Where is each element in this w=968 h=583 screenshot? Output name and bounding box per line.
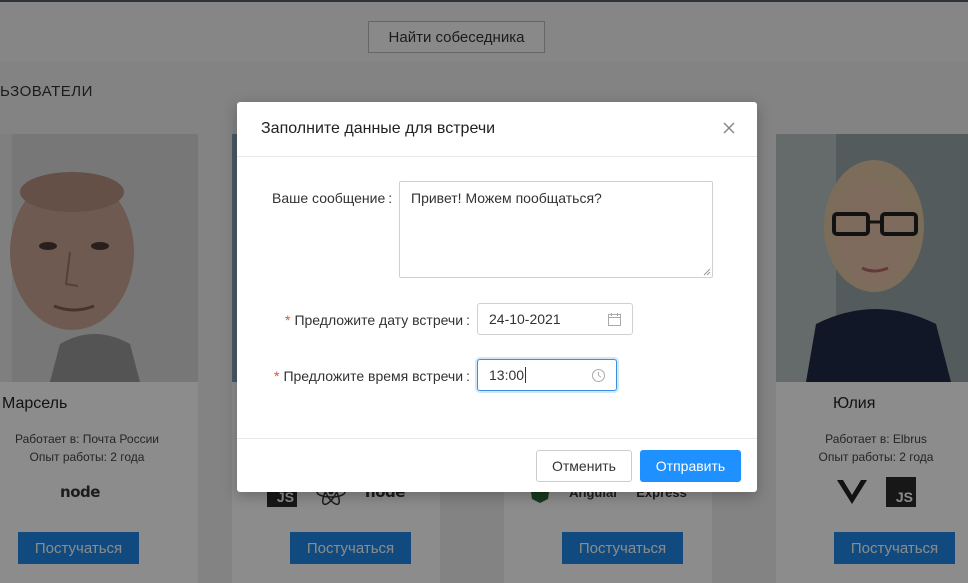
message-value: Привет! Можем пообщаться? [411,190,602,206]
calendar-icon[interactable] [607,312,622,327]
dialog-title: Заполните данные для встречи [261,120,496,137]
dialog-header: Заполните данные для встречи [237,102,757,157]
time-label: * Предложите время встречи: [274,368,470,384]
cancel-button[interactable]: Отменить [536,450,632,482]
resize-grip-icon[interactable] [703,268,711,276]
date-label: * Предложите дату встречи: [285,312,470,328]
message-textarea[interactable]: Привет! Можем пообщаться? [399,181,713,278]
message-label: Ваше сообщение: [272,190,393,206]
date-picker-input[interactable]: 24-10-2021 [477,303,633,335]
required-mark: * [274,368,280,384]
submit-button[interactable]: Отправить [640,450,741,482]
dialog-footer-divider [237,438,757,439]
close-icon[interactable] [721,120,737,136]
date-value: 24-10-2021 [489,311,561,327]
time-picker-input[interactable]: 13:00 [477,359,617,391]
required-mark: * [285,312,291,328]
text-caret [525,367,527,383]
time-value: 13:00 [489,367,525,383]
meeting-dialog: Заполните данные для встречи Ваше сообще… [237,102,757,492]
clock-icon[interactable] [591,368,606,383]
